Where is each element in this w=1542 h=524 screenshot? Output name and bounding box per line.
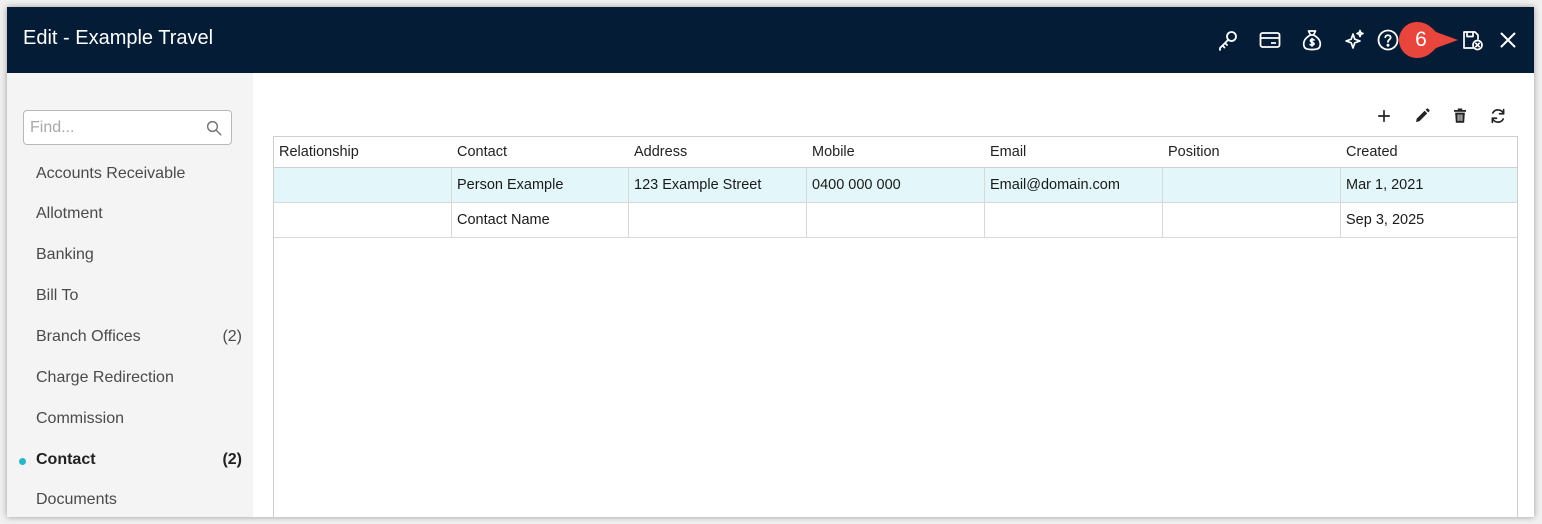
sidebar-item-contact[interactable]: Contact (2): [7, 443, 253, 479]
delete-button[interactable]: [1449, 105, 1471, 127]
column-header-address[interactable]: Address: [629, 137, 807, 167]
sidebar-item-count: (2): [222, 328, 242, 345]
sidebar-item-accounts-receivable[interactable]: Accounts Receivable: [7, 157, 253, 193]
sidebar-item-label: Branch Offices: [36, 328, 141, 345]
cell-email: [985, 203, 1163, 237]
sidebar-item-bill-to[interactable]: Bill To: [7, 279, 253, 315]
close-icon[interactable]: [1495, 27, 1521, 53]
column-header-mobile[interactable]: Mobile: [807, 137, 985, 167]
money-bag-icon[interactable]: [1299, 27, 1325, 53]
sidebar-item-label: Bill To: [36, 287, 79, 304]
sidebar-item-count: (2): [222, 451, 242, 468]
sidebar-item-allotment[interactable]: Allotment: [7, 197, 253, 233]
sparkle-icon[interactable]: [1341, 27, 1367, 53]
title-bar: Edit - Example Travel 6: [7, 7, 1534, 73]
cell-contact: Person Example: [452, 168, 629, 202]
cell-mobile: [807, 203, 985, 237]
search-icon[interactable]: [205, 119, 223, 137]
add-button[interactable]: [1373, 105, 1395, 127]
column-header-contact[interactable]: Contact: [452, 137, 629, 167]
active-indicator-dot: [19, 458, 26, 465]
search-input[interactable]: [24, 111, 202, 144]
delete-icon: [1454, 108, 1466, 123]
sidebar: Accounts Receivable Allotment Banking Bi…: [7, 73, 253, 517]
sidebar-item-commission[interactable]: Commission: [7, 402, 253, 438]
cell-relationship: [274, 168, 452, 202]
refresh-button[interactable]: [1487, 105, 1509, 127]
sidebar-item-label: Charge Redirection: [36, 369, 174, 386]
sidebar-item-label: Commission: [36, 410, 125, 427]
edit-button[interactable]: [1411, 105, 1433, 127]
cell-mobile: 0400 000 000: [807, 168, 985, 202]
sidebar-item-banking[interactable]: Banking: [7, 238, 253, 274]
column-header-relationship[interactable]: Relationship: [274, 137, 452, 167]
sidebar-item-documents[interactable]: Documents: [7, 483, 253, 517]
search-box: [23, 110, 232, 145]
cell-created: Sep 3, 2025: [1346, 212, 1425, 228]
cell-position: [1163, 168, 1341, 202]
cell-address: [629, 203, 807, 237]
column-header-created[interactable]: Created: [1341, 137, 1517, 167]
edit-icon: [1416, 108, 1430, 122]
callout-number: 6: [1415, 28, 1427, 51]
card-icon[interactable]: [1257, 27, 1283, 53]
cell-created: Mar 1, 2021: [1346, 177, 1424, 193]
add-icon: [1377, 109, 1391, 123]
sidebar-item-label: Contact: [36, 451, 96, 468]
table-header: Relationship Contact Address Mobile Emai…: [274, 137, 1517, 168]
sidebar-item-label: Documents: [36, 491, 117, 508]
sidebar-item-label: Accounts Receivable: [36, 165, 186, 182]
column-header-position[interactable]: Position: [1163, 137, 1341, 167]
column-header-email[interactable]: Email: [985, 137, 1163, 167]
refresh-icon: [1491, 108, 1505, 124]
sidebar-item-charge-redirection[interactable]: Charge Redirection: [7, 361, 253, 397]
edit-window: Edit - Example Travel 6 Find... Accounts…: [7, 7, 1534, 517]
cell-position: [1163, 203, 1341, 237]
cell-contact: Contact Name: [452, 203, 629, 237]
table-row[interactable]: Contact Name Sep 3, 2025: [274, 203, 1517, 238]
cell-relationship: [274, 203, 452, 237]
sidebar-item-label: Allotment: [36, 205, 103, 222]
contacts-table: Relationship Contact Address Mobile Emai…: [273, 136, 1518, 517]
sidebar-item-branch-offices[interactable]: Branch Offices (2): [7, 320, 253, 356]
window-title: Edit - Example Travel: [23, 27, 214, 49]
cell-address: 123 Example Street: [629, 168, 807, 202]
sidebar-item-label: Banking: [36, 246, 94, 263]
step-callout: 6: [1398, 21, 1460, 59]
table-row[interactable]: Person Example 123 Example Street 0400 0…: [274, 168, 1517, 203]
save-close-icon[interactable]: [1459, 27, 1485, 53]
cell-email: Email@domain.com: [985, 168, 1163, 202]
key-icon[interactable]: [1215, 27, 1241, 53]
